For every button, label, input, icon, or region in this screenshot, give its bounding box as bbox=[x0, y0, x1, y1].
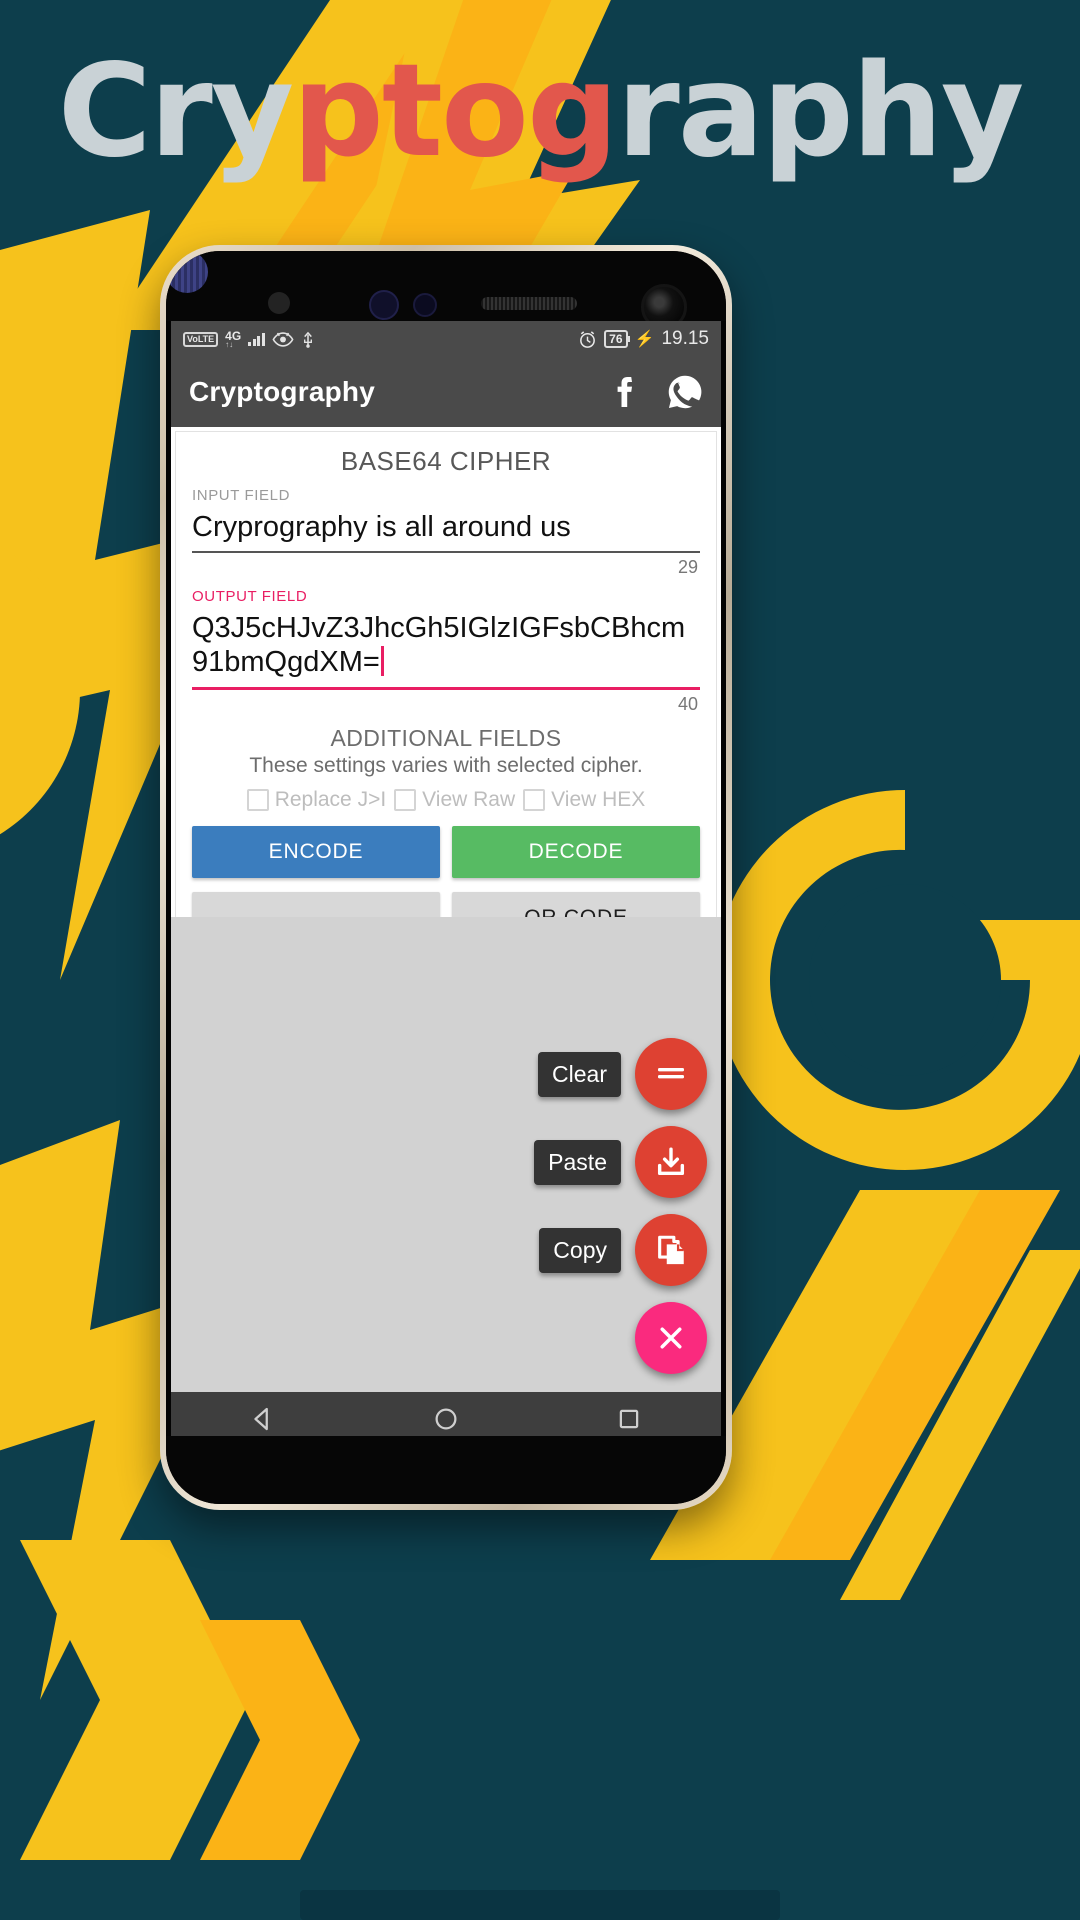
whatsapp-icon[interactable] bbox=[667, 374, 703, 410]
additional-fields-subtitle: These settings varies with selected ciph… bbox=[249, 753, 643, 777]
proximity-sensor-icon bbox=[268, 292, 290, 314]
fab-row-copy: Copy bbox=[539, 1214, 707, 1286]
fab-row-paste: Paste bbox=[534, 1126, 707, 1198]
close-icon bbox=[660, 1327, 682, 1349]
checkbox-label: Replace J>I bbox=[274, 787, 387, 811]
primary-button-row: ENCODE DECODE bbox=[192, 825, 700, 878]
volte-icon: VoLTE bbox=[183, 331, 219, 347]
copy-button[interactable] bbox=[635, 1214, 707, 1286]
output-field-label: OUTPUT FIELD bbox=[192, 588, 308, 606]
network-indicator: 4G ↑↓ bbox=[225, 330, 241, 349]
led-indicator-icon bbox=[413, 293, 437, 317]
app-bar-actions bbox=[611, 374, 703, 410]
recents-square-icon[interactable] bbox=[614, 1404, 644, 1434]
usb-icon bbox=[303, 331, 312, 348]
checkbox-label: View Raw bbox=[422, 787, 516, 811]
checkbox-view-hex[interactable]: View HEX bbox=[523, 788, 645, 812]
eye-icon bbox=[272, 331, 294, 347]
fab-menu: Clear Paste Copy bbox=[534, 1038, 707, 1374]
charging-bolt-icon: ⚡ bbox=[634, 331, 655, 348]
encode-button[interactable]: ENCODE bbox=[192, 825, 440, 878]
phone-screen: VoLTE 4G ↑↓ 76 ⚡ 19.15 Cryptography BASE… bbox=[171, 321, 721, 1446]
signal-bars-icon bbox=[248, 332, 265, 346]
fab-row-clear: Clear bbox=[538, 1038, 707, 1110]
input-counter: 29 bbox=[677, 557, 698, 578]
input-field[interactable]: Cryprography is all around us bbox=[192, 504, 700, 551]
clear-button[interactable] bbox=[635, 1038, 707, 1110]
additional-checkbox-row: Replace J>I View Raw View HEX bbox=[192, 788, 700, 812]
alarm-icon bbox=[580, 330, 596, 348]
checkbox-replace-j-i[interactable]: Replace J>I bbox=[246, 787, 387, 812]
home-circle-icon[interactable] bbox=[431, 1404, 461, 1434]
status-bar: VoLTE 4G ↑↓ 76 ⚡ 19.15 bbox=[171, 321, 721, 357]
output-counter: 40 bbox=[677, 693, 698, 714]
decode-button[interactable]: DECODE bbox=[452, 825, 700, 878]
back-triangle-icon[interactable] bbox=[248, 1404, 278, 1434]
fab-row-close bbox=[635, 1302, 707, 1374]
checkbox-box-icon[interactable] bbox=[394, 788, 417, 811]
input-field-label: INPUT FIELD bbox=[192, 487, 291, 504]
phone-top-bezel bbox=[166, 251, 726, 330]
clock-time: 19.15 bbox=[661, 328, 709, 349]
fab-label-copy: Copy bbox=[539, 1227, 621, 1273]
facebook-icon[interactable] bbox=[611, 375, 641, 409]
cipher-card: BASE64 CIPHER INPUT FIELD Cryprography i… bbox=[175, 431, 717, 957]
network-traffic-icon: ↑↓ bbox=[225, 340, 234, 349]
close-fab-button[interactable] bbox=[635, 1302, 707, 1374]
checkbox-view-raw[interactable]: View Raw bbox=[394, 788, 515, 812]
app-bar: Cryptography bbox=[171, 357, 721, 427]
fab-label-paste: Paste bbox=[534, 1139, 621, 1185]
additional-fields-title: ADDITIONAL FIELDS bbox=[330, 724, 562, 751]
phone-body: VoLTE 4G ↑↓ 76 ⚡ 19.15 Cryptography BASE… bbox=[166, 251, 726, 1504]
output-field[interactable]: Q3J5cHJvZ3JhcGh5IGlzIGFsbCBhcm91bmQgdXM= bbox=[192, 605, 700, 686]
download-icon bbox=[657, 1147, 685, 1176]
checkbox-box-icon[interactable] bbox=[246, 788, 269, 811]
status-bar-left: VoLTE 4G ↑↓ bbox=[183, 330, 315, 349]
cipher-title: BASE64 CIPHER bbox=[340, 446, 552, 476]
copy-icon bbox=[658, 1235, 684, 1265]
lines-icon bbox=[658, 1068, 684, 1079]
earpiece-speaker bbox=[481, 297, 577, 310]
battery-icon: 76 bbox=[604, 330, 630, 348]
checkbox-box-icon[interactable] bbox=[523, 788, 546, 811]
app-title: Cryptography bbox=[189, 376, 375, 407]
headline-part-2: ptog bbox=[292, 37, 618, 186]
fab-label-clear: Clear bbox=[538, 1051, 621, 1097]
headline-part-3: raphy bbox=[616, 37, 1025, 186]
text-caret bbox=[380, 646, 384, 677]
checkbox-label: View HEX bbox=[551, 787, 646, 811]
paste-button[interactable] bbox=[635, 1126, 707, 1198]
page-title: Cryptography bbox=[0, 48, 1080, 176]
content-background: Clear Paste Copy bbox=[171, 917, 721, 1392]
output-text: Q3J5cHJvZ3JhcGh5IGlzIGFsbCBhcm91bmQgdXM= bbox=[192, 612, 686, 679]
phone-bottom-bezel bbox=[166, 1436, 726, 1504]
headline-part-1: Cry bbox=[57, 37, 294, 186]
sensor-icon bbox=[369, 290, 399, 320]
iris-scanner-icon bbox=[166, 251, 208, 293]
status-bar-right: 76 ⚡ 19.15 bbox=[578, 328, 709, 350]
phone-mockup: VoLTE 4G ↑↓ 76 ⚡ 19.15 Cryptography BASE… bbox=[160, 245, 732, 1510]
